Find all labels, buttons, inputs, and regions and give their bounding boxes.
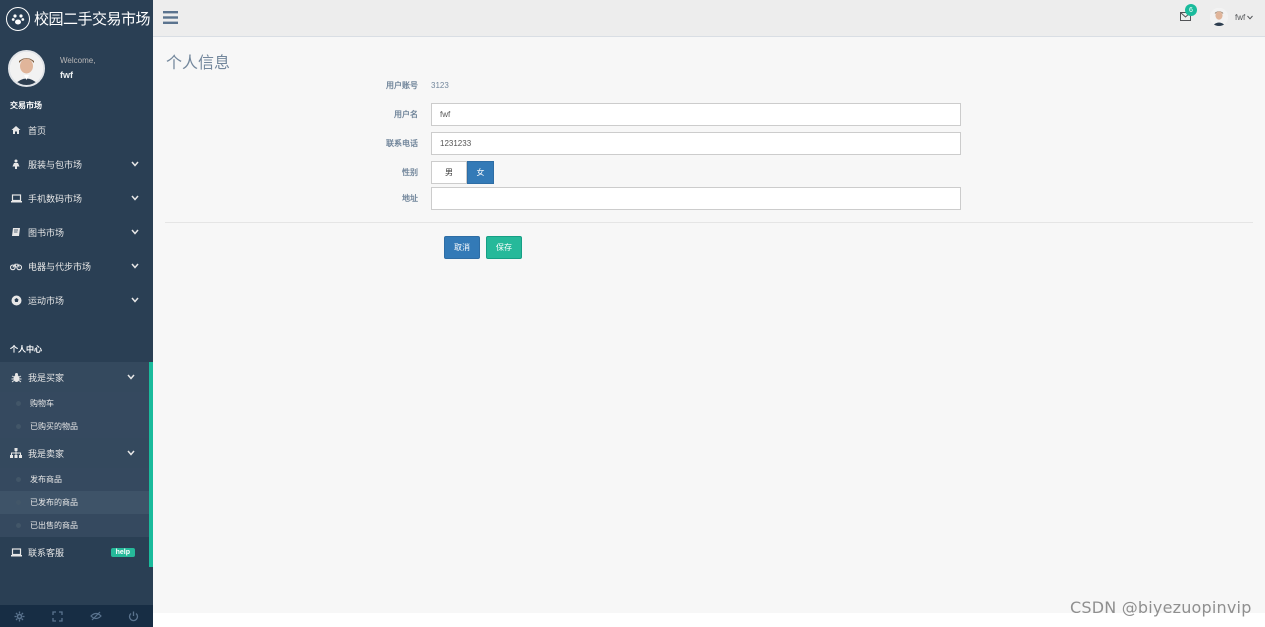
bug-icon (10, 372, 22, 383)
profile-username: fwf (60, 70, 73, 80)
sidebar-item-label: 服装与包市场 (28, 159, 83, 170)
sidebar-footer (0, 605, 153, 627)
settings-icon[interactable] (0, 605, 38, 627)
sidebar-item-label: 手机数码市场 (28, 193, 83, 204)
female-icon (10, 159, 22, 169)
sidebar-item-books[interactable]: 图书市场 (0, 215, 153, 249)
address-label: 地址 (402, 194, 418, 203)
sidebar-item-label: 首页 (28, 125, 47, 136)
welcome-text: Welcome, (60, 56, 96, 65)
username-row: 用户名 fwf (153, 103, 961, 126)
futbol-icon (10, 295, 22, 306)
gender-radio-group: 男 女 (431, 161, 494, 184)
sidebar-item-label: 我是卖家 (28, 448, 65, 459)
laptop-icon (10, 193, 22, 203)
phone-label: 联系电话 (386, 139, 418, 148)
sidebar-item-digital[interactable]: 手机数码市场 (0, 181, 153, 215)
sidebar-item-label: 运动市场 (28, 295, 65, 306)
submenu-item-published[interactable]: 已发布的商品 (0, 491, 149, 514)
sidebar-item-home[interactable]: 首页 (0, 113, 153, 147)
username-input[interactable]: fwf (431, 103, 961, 126)
chevron-down-icon (131, 227, 139, 237)
sidebar-item-label: 联系客服 (28, 547, 65, 558)
power-icon[interactable] (115, 605, 153, 627)
top-nav: 6 fwf (153, 0, 1265, 37)
seller-submenu: 发布商品 已发布的商品 已出售的商品 (0, 468, 153, 537)
chevron-down-icon (131, 193, 139, 203)
gender-option-female[interactable]: 女 (467, 161, 494, 184)
fullscreen-icon[interactable] (38, 605, 76, 627)
sidebar-item-seller[interactable]: 我是卖家 (0, 438, 153, 468)
personal-section-title: 个人中心 (10, 345, 42, 354)
laptop-icon (10, 547, 22, 557)
bicycle-icon (10, 262, 22, 271)
top-username: fwf (1235, 12, 1246, 22)
account-label: 用户账号 (386, 80, 418, 90)
menu-toggle-icon[interactable] (163, 11, 178, 26)
sidebar-item-buyer[interactable]: 我是买家 (0, 362, 153, 392)
eye-close-icon[interactable] (77, 605, 115, 627)
help-badge: help (110, 547, 135, 557)
sidebar-item-label: 图书市场 (28, 227, 65, 238)
gender-row: 性别 男 女 (153, 161, 494, 184)
mail-count-badge: 6 (1185, 4, 1197, 16)
paw-icon (6, 6, 30, 31)
main-content: 个人信息 用户账号 3123 用户名 fwf 联系电话 1231233 性别 男… (153, 37, 1265, 613)
avatar (8, 49, 45, 87)
chevron-down-icon (131, 295, 139, 305)
username-label: 用户名 (394, 110, 418, 119)
brand[interactable]: 校园二手交易市场 (0, 0, 153, 37)
home-icon (10, 125, 22, 135)
account-value: 3123 (431, 80, 449, 90)
user-menu[interactable]: fwf (1210, 8, 1254, 26)
save-button[interactable]: 保存 (486, 236, 522, 259)
sidebar-item-label: 我是买家 (28, 372, 65, 383)
cancel-button[interactable]: 取消 (444, 236, 480, 259)
account-row: 用户账号 3123 (153, 77, 449, 93)
sidebar-item-label: 电器与代步市场 (28, 261, 92, 272)
submenu-item-publish[interactable]: 发布商品 (0, 468, 149, 491)
buyer-submenu: 购物车 已购买的物品 (0, 392, 153, 438)
gender-label: 性别 (402, 168, 418, 177)
phone-input[interactable]: 1231233 (431, 132, 961, 155)
avatar (1210, 8, 1228, 26)
address-input[interactable] (431, 187, 961, 210)
gender-option-male[interactable]: 男 (431, 161, 467, 184)
submenu-item-cart[interactable]: 购物车 (0, 392, 149, 415)
sidebar-item-appliances[interactable]: 电器与代步市场 (0, 249, 153, 283)
sidebar-item-sports[interactable]: 运动市场 (0, 283, 153, 317)
brand-title: 校园二手交易市场 (34, 10, 151, 28)
sitemap-icon (10, 448, 22, 458)
watermark: CSDN @biyezuopinvip (1070, 598, 1252, 617)
submenu-item-purchased[interactable]: 已购买的物品 (0, 415, 149, 438)
chevron-down-icon (1247, 12, 1254, 22)
chevron-down-icon (127, 448, 135, 458)
sidebar-item-clothing[interactable]: 服装与包市场 (0, 147, 153, 181)
market-section-title: 交易市场 (10, 101, 42, 110)
chevron-down-icon (131, 159, 139, 169)
submenu-item-sold[interactable]: 已出售的商品 (0, 514, 149, 537)
book-icon (10, 227, 22, 237)
sidebar: 校园二手交易市场 Welcome, fwf 交易市场 首页 服装与包市场 手机数… (0, 0, 153, 627)
chevron-down-icon (131, 261, 139, 271)
form-divider (165, 222, 1253, 223)
page-title: 个人信息 (166, 53, 231, 72)
sidebar-profile: Welcome, fwf (0, 37, 153, 99)
sidebar-item-contact[interactable]: 联系客服 help (0, 537, 153, 567)
address-row: 地址 (153, 187, 961, 210)
chevron-down-icon (127, 372, 135, 382)
phone-row: 联系电话 1231233 (153, 132, 961, 155)
